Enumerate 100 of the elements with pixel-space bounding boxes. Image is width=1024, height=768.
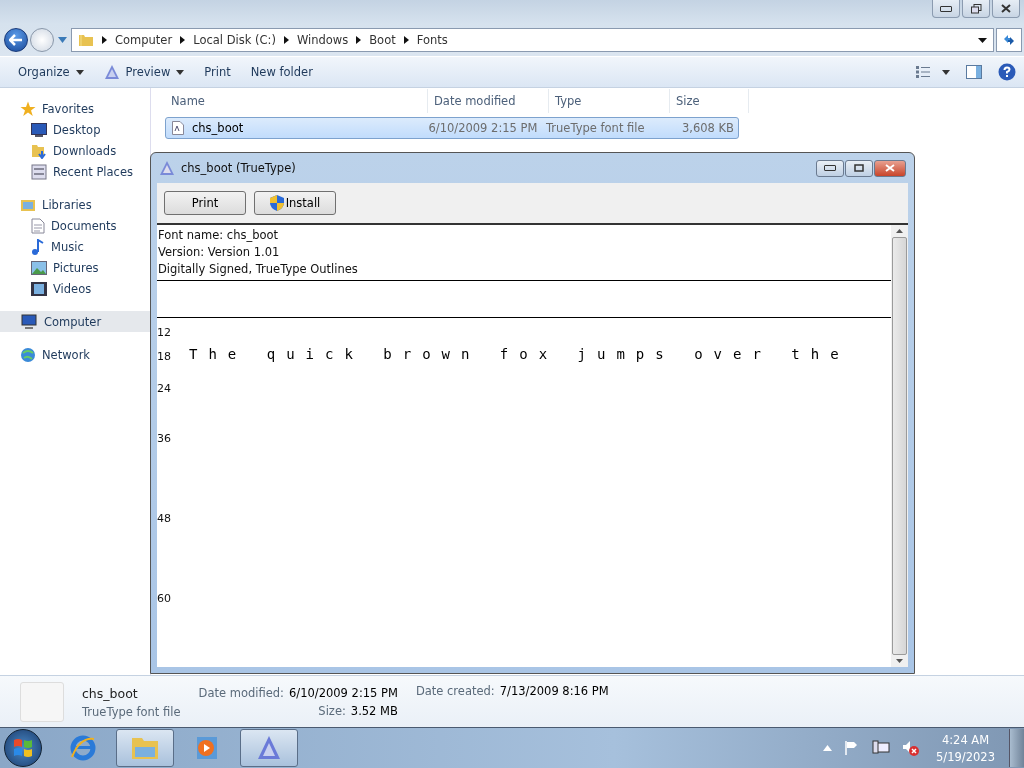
film-icon xyxy=(31,281,47,296)
nav-item[interactable]: Music xyxy=(0,236,150,257)
nav-item[interactable]: Pictures xyxy=(0,257,150,278)
arrow-left-icon xyxy=(9,34,23,46)
document-icon xyxy=(31,217,45,234)
field-value: 3.52 MB xyxy=(350,704,398,718)
font-icon xyxy=(103,65,120,79)
star-icon xyxy=(20,100,36,117)
nav-item[interactable]: Documents xyxy=(0,215,150,236)
sample-text: The quick brown fox jumps over the xyxy=(189,346,850,362)
close-button[interactable] xyxy=(992,0,1020,18)
toolbar-button[interactable]: New folder xyxy=(240,61,323,83)
font-info-line: Version: Version 1.01 xyxy=(158,244,281,261)
recent-places-icon xyxy=(31,163,47,180)
size-label: 24 xyxy=(157,382,172,395)
breadcrumb-item[interactable]: Local Disk (C:) xyxy=(193,33,276,47)
address-bar[interactable]: Computer Local Disk (C:) Windows Boot Fonts xyxy=(71,28,994,52)
refresh-button[interactable] xyxy=(996,28,1022,52)
column-header[interactable]: Name xyxy=(165,89,428,113)
field-label: Date created: xyxy=(415,684,495,698)
breadcrumb-item[interactable]: Boot xyxy=(369,33,396,47)
taskbar-app[interactable] xyxy=(240,729,298,767)
nav-item[interactable]: Videos xyxy=(0,278,150,299)
monitor-icon xyxy=(31,122,47,137)
nav-item[interactable]: Recent Places xyxy=(0,161,150,182)
column-header[interactable]: Size xyxy=(670,89,749,113)
landscape-icon xyxy=(31,260,47,275)
dropdown-icon[interactable] xyxy=(978,37,987,43)
column-header[interactable]: Date modified xyxy=(428,89,549,113)
caret-icon xyxy=(176,69,185,75)
minimize-button[interactable] xyxy=(932,0,960,18)
window-title: chs_boot (TrueType) xyxy=(181,161,296,175)
file-row[interactable]: chs_boot 6/10/2009 2:15 PM TrueType font file 3,608 KB xyxy=(165,117,739,139)
action-button[interactable]: Print xyxy=(164,191,246,215)
file-name: chs_boot xyxy=(82,685,139,701)
font-file-icon xyxy=(172,121,184,135)
restore-icon xyxy=(970,3,982,14)
breadcrumb-item[interactable]: Fonts xyxy=(416,33,448,47)
field-label: Size: xyxy=(318,704,346,718)
close-button[interactable] xyxy=(874,159,906,177)
back-button[interactable] xyxy=(4,28,28,52)
chevron-icon xyxy=(356,36,362,44)
muted-speaker-icon[interactable] xyxy=(902,740,921,756)
download-folder-icon xyxy=(31,142,47,159)
field-value: 6/10/2009 2:15 PM xyxy=(288,686,398,700)
nav-item[interactable]: Libraries xyxy=(0,194,150,215)
windows-flag-icon xyxy=(12,737,34,759)
taskbar-app[interactable] xyxy=(116,729,174,767)
toolbar-button[interactable]: Organize xyxy=(8,61,94,83)
maximize-button[interactable] xyxy=(845,159,873,177)
music-note-icon xyxy=(31,238,45,255)
size-label: 12 xyxy=(157,326,172,339)
start-button[interactable] xyxy=(4,729,42,767)
nav-item[interactable]: Computer xyxy=(0,311,150,332)
toolbar-button[interactable]: Preview xyxy=(93,61,195,83)
chevron-icon xyxy=(102,36,107,44)
size-label: 36 xyxy=(157,432,172,445)
play-icon xyxy=(194,735,220,761)
nav-item[interactable]: Favorites xyxy=(0,98,150,119)
minimize-button[interactable] xyxy=(816,159,844,177)
close-icon xyxy=(885,164,895,172)
pane-icon xyxy=(966,65,982,79)
folder-icon xyxy=(130,735,160,761)
network-icon[interactable] xyxy=(872,740,891,756)
breadcrumb-item[interactable]: Computer xyxy=(115,33,173,47)
file-type: TrueType font file xyxy=(82,704,181,719)
size-label: 60 xyxy=(157,592,172,605)
scroll-up-icon[interactable] xyxy=(896,229,903,233)
shield-icon xyxy=(269,195,284,211)
toolbar-button[interactable]: Print xyxy=(194,61,241,83)
details-view-icon xyxy=(916,66,950,78)
scroll-thumb[interactable] xyxy=(892,237,907,655)
scroll-down-icon[interactable] xyxy=(896,659,903,663)
nav-item[interactable]: Network xyxy=(0,344,150,365)
refresh-icon xyxy=(1002,33,1016,47)
breadcrumb-item[interactable]: Windows xyxy=(296,33,349,47)
nav-item[interactable]: Downloads xyxy=(0,140,150,161)
table-cell-text: 3,608 KB xyxy=(681,121,735,135)
globe-icon xyxy=(20,346,36,363)
restore-button[interactable] xyxy=(962,0,990,18)
nav-item[interactable]: Desktop xyxy=(0,119,150,140)
show-desktop-button[interactable] xyxy=(1009,729,1024,767)
chevron-icon xyxy=(180,36,186,44)
font-icon xyxy=(159,161,175,175)
field-value: 7/13/2009 8:16 PM xyxy=(499,684,609,698)
table-cell-text: 6/10/2009 2:15 PM xyxy=(427,121,539,135)
computer-icon xyxy=(20,313,38,330)
size-label: 18 xyxy=(157,350,172,363)
maximize-icon xyxy=(854,164,864,172)
browser-icon xyxy=(70,735,96,761)
font-info-line: Digitally Signed, TrueType Outlines xyxy=(158,261,359,278)
action-button[interactable]: Install xyxy=(254,191,336,215)
scrollbar[interactable] xyxy=(891,225,908,667)
help-icon xyxy=(998,63,1016,81)
file-name: chs_boot xyxy=(192,121,244,135)
column-header[interactable]: Type xyxy=(549,89,670,113)
caret-icon xyxy=(75,69,84,75)
table-cell-text: TrueType font file xyxy=(545,121,646,135)
field-label: Date modified: xyxy=(198,686,284,700)
chevron-icon xyxy=(283,36,289,44)
